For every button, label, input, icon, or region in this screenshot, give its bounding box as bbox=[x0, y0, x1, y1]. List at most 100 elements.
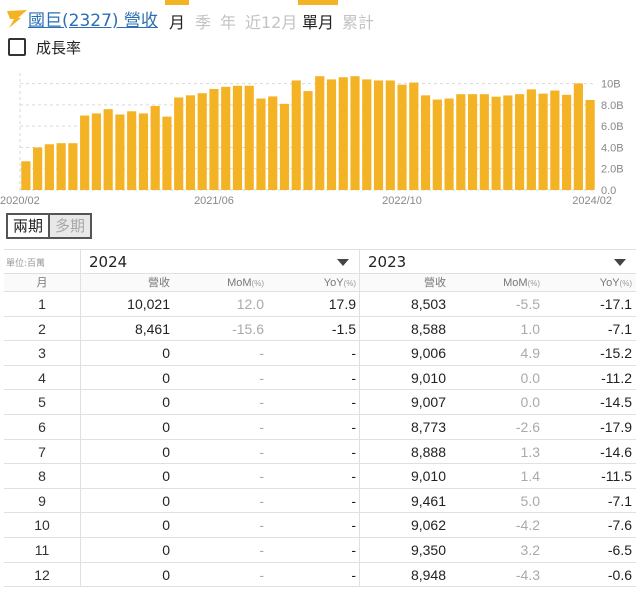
tab-month[interactable]: 月 bbox=[164, 0, 190, 33]
bar-2022-06[interactable] bbox=[350, 76, 360, 190]
month-cell: 2 bbox=[38, 320, 46, 337]
bar-2022-04[interactable] bbox=[326, 79, 337, 190]
x-tick-label: 2024/02 bbox=[572, 195, 612, 207]
bar-2020-06[interactable] bbox=[68, 143, 78, 190]
bar-2020-07[interactable] bbox=[80, 115, 90, 190]
bar-2021-08[interactable] bbox=[232, 85, 243, 190]
yoy-2023-cell: -17.9 bbox=[600, 418, 632, 435]
two-period-button[interactable]: 兩期 bbox=[8, 215, 49, 237]
bar-2023-02[interactable] bbox=[444, 98, 454, 190]
header-revenue-2: 營收 bbox=[424, 277, 446, 289]
chevron-down-icon bbox=[337, 259, 349, 266]
bar-2022-08[interactable] bbox=[373, 80, 384, 190]
bar-2022-02[interactable] bbox=[303, 91, 313, 190]
bar-2023-07[interactable] bbox=[503, 95, 513, 190]
bar-2020-05[interactable] bbox=[56, 143, 66, 190]
bar-2020-02[interactable] bbox=[21, 161, 31, 190]
multi-period-button[interactable]: 多期 bbox=[48, 215, 91, 237]
revenue-table: 單位:百萬 2024 2023 月 營收 MoM(%) YoY(%) 營收 Mo… bbox=[4, 249, 636, 588]
bar-2022-07[interactable] bbox=[362, 79, 372, 190]
revenue-2024-cell: 10,021 bbox=[127, 296, 170, 312]
bar-2020-04[interactable] bbox=[44, 144, 54, 190]
month-cell: 1 bbox=[38, 296, 46, 312]
revenue-2024-cell: 0 bbox=[162, 394, 170, 411]
year2-select[interactable]: 2023 bbox=[359, 250, 636, 274]
revenue-2024-cell: 8,461 bbox=[134, 320, 170, 337]
bar-2021-03[interactable] bbox=[174, 97, 184, 190]
bar-2021-10[interactable] bbox=[256, 98, 266, 190]
bar-2022-03[interactable] bbox=[315, 76, 325, 190]
header-revenue-1: 營收 bbox=[148, 277, 170, 289]
bar-2020-03[interactable] bbox=[33, 147, 43, 190]
tab-year[interactable]: 年 bbox=[220, 9, 236, 33]
year1-select[interactable]: 2024 bbox=[80, 250, 359, 274]
growth-rate-checkbox[interactable] bbox=[8, 38, 26, 56]
period-mode-toggle: 兩期 多期 bbox=[6, 213, 93, 239]
bar-2021-11[interactable] bbox=[268, 96, 278, 190]
revenue-2023-cell: 9,006 bbox=[410, 345, 446, 362]
tab-quarter[interactable]: 季 bbox=[195, 9, 211, 33]
yoy-2024-cell: -1.5 bbox=[331, 320, 356, 337]
bar-2022-12[interactable] bbox=[420, 95, 431, 190]
revenue-2023-cell: 8,948 bbox=[410, 566, 446, 583]
revenue-2024-cell: 0 bbox=[162, 566, 170, 583]
bar-2022-11[interactable] bbox=[409, 82, 419, 190]
bar-2021-02[interactable] bbox=[162, 116, 172, 190]
bar-2023-01[interactable] bbox=[432, 99, 442, 190]
bar-2021-07[interactable] bbox=[221, 86, 231, 190]
y-tick-label: 10B bbox=[601, 79, 621, 91]
table-row: 6 0 - - 8,773 -2.6 -17.9 bbox=[4, 414, 636, 440]
bar-2023-10[interactable] bbox=[538, 93, 548, 190]
mom-2024-cell: - bbox=[259, 517, 264, 534]
month-cell: 4 bbox=[38, 369, 46, 386]
yoy-2023-cell: -7.6 bbox=[607, 517, 632, 534]
bar-2020-10[interactable] bbox=[115, 114, 125, 190]
yoy-2023-cell: -11.5 bbox=[601, 468, 632, 485]
bar-2023-12[interactable] bbox=[562, 94, 572, 190]
bar-2020-12[interactable] bbox=[138, 113, 149, 190]
bar-2020-09[interactable] bbox=[103, 109, 113, 190]
bar-2021-05[interactable] bbox=[197, 93, 207, 190]
yoy-2023-cell: -11.2 bbox=[601, 369, 632, 386]
bar-2020-11[interactable] bbox=[127, 111, 137, 190]
bar-2022-05[interactable] bbox=[338, 77, 348, 190]
mom-2023-cell: 1.3 bbox=[520, 443, 540, 460]
month-cell: 8 bbox=[38, 468, 46, 485]
tab-cumulative[interactable]: 累計 bbox=[342, 9, 374, 33]
bar-2022-01[interactable] bbox=[291, 80, 301, 190]
bar-2022-09[interactable] bbox=[385, 80, 395, 190]
tab-last-12-months[interactable]: 近12月 bbox=[245, 9, 297, 33]
table-row: 10 0 - - 9,062 -4.2 -7.6 bbox=[4, 513, 636, 538]
header-yoy-1: YoY(%) bbox=[323, 277, 356, 289]
bar-2024-02[interactable] bbox=[585, 100, 595, 190]
bar-2024-01[interactable] bbox=[573, 83, 583, 190]
bar-2021-09[interactable] bbox=[244, 85, 254, 190]
bar-2021-06[interactable] bbox=[209, 88, 219, 190]
revenue-2024-cell: 0 bbox=[162, 369, 170, 386]
bar-2021-04[interactable] bbox=[185, 95, 196, 190]
bar-2020-08[interactable] bbox=[91, 113, 101, 190]
bar-2023-09[interactable] bbox=[526, 89, 536, 190]
bar-2023-08[interactable] bbox=[515, 94, 525, 190]
mom-2024-cell: - bbox=[259, 369, 264, 386]
bar-2021-12[interactable] bbox=[279, 103, 290, 190]
bar-2023-03[interactable] bbox=[456, 94, 466, 190]
bar-2023-11[interactable] bbox=[550, 90, 560, 190]
y-tick-label: 2.0B bbox=[601, 164, 624, 176]
bar-2021-01[interactable] bbox=[150, 105, 160, 190]
tab-single-month[interactable]: 單月 bbox=[297, 0, 339, 33]
yoy-2024-cell: - bbox=[351, 517, 356, 534]
month-cell: 11 bbox=[34, 541, 50, 558]
revenue-2023-cell: 8,773 bbox=[410, 418, 446, 435]
month-cell: 3 bbox=[38, 345, 46, 362]
bar-2022-10[interactable] bbox=[397, 84, 407, 190]
header-mom-2: MoM(%) bbox=[503, 277, 540, 289]
bar-2023-05[interactable] bbox=[479, 94, 489, 190]
bar-2023-04[interactable] bbox=[467, 94, 478, 190]
mom-2024-cell: 12.0 bbox=[236, 296, 264, 312]
bar-2023-06[interactable] bbox=[491, 96, 501, 190]
mom-2024-cell: - bbox=[259, 345, 264, 362]
revenue-2023-cell: 8,503 bbox=[410, 296, 446, 312]
mom-2024-cell: - bbox=[259, 541, 264, 558]
mom-2023-cell: -4.2 bbox=[515, 517, 540, 534]
